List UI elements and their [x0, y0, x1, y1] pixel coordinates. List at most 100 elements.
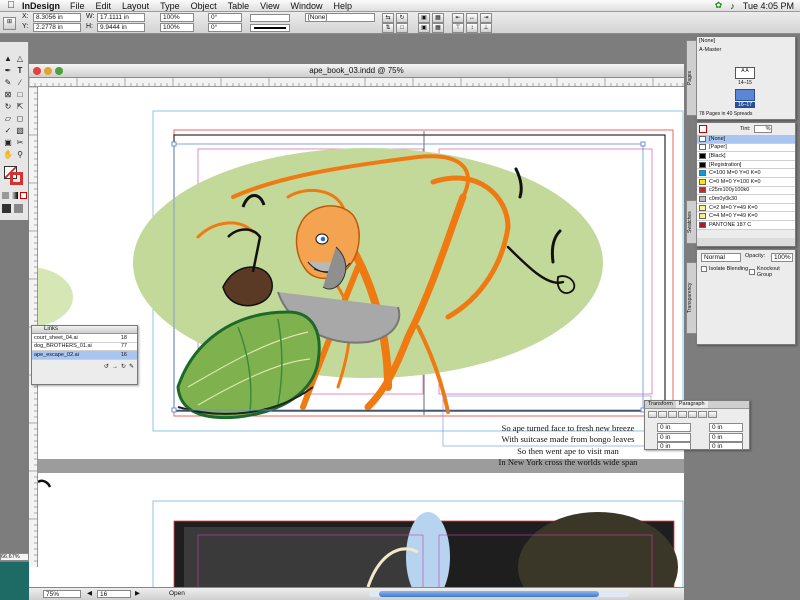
document-status[interactable]: Open [169, 590, 185, 597]
status-icon[interactable]: ✿ [715, 0, 723, 11]
align-center-text-icon[interactable] [658, 411, 667, 418]
left-indent-field[interactable]: 0 in [657, 423, 691, 432]
stroke-line-icon[interactable] [250, 24, 290, 32]
preview-view-icon[interactable] [14, 204, 23, 213]
minimize-window-icon[interactable] [44, 67, 52, 75]
tint-field[interactable]: % [753, 125, 772, 133]
scroll-thumb[interactable] [379, 591, 599, 597]
apply-color-icon[interactable] [2, 192, 9, 199]
right-indent-field[interactable]: 0 in [709, 423, 743, 432]
close-window-icon[interactable] [33, 67, 41, 75]
button-tool-icon[interactable]: ▣ [2, 138, 14, 148]
justify-center-icon[interactable] [688, 411, 697, 418]
opacity-field[interactable]: 100% [771, 253, 793, 262]
tab-transform[interactable]: Transform [645, 401, 676, 408]
update-link-icon[interactable]: ↻ [121, 363, 126, 370]
tab-pages[interactable]: Pages [686, 40, 697, 116]
align-right-icon[interactable]: ⇥ [480, 13, 492, 23]
menu-file[interactable]: File [70, 1, 85, 11]
shear-tool-icon[interactable]: ▱ [2, 114, 14, 124]
stroke-weight-icon[interactable] [250, 14, 290, 22]
menu-type[interactable]: Type [160, 1, 180, 11]
links-title[interactable]: Links [32, 326, 137, 334]
page-field[interactable]: 16 [97, 590, 131, 598]
space-after-field[interactable]: 0 in [709, 442, 743, 450]
align-right-text-icon[interactable] [668, 411, 677, 418]
list-item[interactable]: [Registration] [697, 160, 795, 170]
eyedropper-tool-icon[interactable]: ✓ [2, 126, 14, 136]
rectangle-tool-icon[interactable]: □ [14, 90, 26, 100]
tab-transparency[interactable]: Transparency [686, 262, 697, 334]
clock[interactable]: Tue 4:05 PM [743, 1, 794, 11]
list-item[interactable]: [Paper] [697, 143, 795, 153]
next-page-icon[interactable]: ▶ [135, 589, 140, 597]
zoom-window-icon[interactable] [55, 67, 63, 75]
tab-paragraph[interactable]: Paragraph [675, 401, 708, 408]
list-item[interactable]: PANTONE 187 C [697, 220, 795, 230]
align-bottom-icon[interactable]: ⊥ [480, 23, 492, 33]
list-item[interactable]: C=2 M=0 Y=49 K=0 [697, 203, 795, 213]
y-field[interactable]: 2.2778 in [33, 23, 81, 32]
fill-swatch-icon[interactable] [699, 125, 707, 133]
edit-original-icon[interactable]: ✎ [129, 363, 134, 370]
fit-frame-icon[interactable]: ▣ [418, 23, 430, 33]
knockout-group[interactable]: Knockout Group [749, 266, 795, 278]
list-item[interactable]: c25m100y100k0 [697, 186, 795, 196]
spread-16-17[interactable] [735, 89, 755, 101]
apply-gradient-icon[interactable] [11, 192, 18, 199]
x-field[interactable]: 8.3056 in [33, 13, 81, 22]
list-item[interactable]: ape_escape_02.ai 16 [32, 351, 137, 360]
spread-14-15[interactable]: A A [735, 67, 755, 79]
direct-selection-tool-icon[interactable]: △ [14, 54, 26, 64]
apple-icon[interactable]:  [0, 0, 22, 11]
align-top-icon[interactable]: ⊤ [452, 23, 464, 33]
menu-help[interactable]: Help [334, 1, 353, 11]
type-tool-icon[interactable]: T [14, 66, 26, 76]
zoom-field[interactable]: 75% [43, 590, 81, 598]
verse-text-frame[interactable]: So ape turned face to fresh new breeze W… [468, 423, 668, 468]
relink-icon[interactable]: ↺ [104, 363, 109, 370]
rotate-icon[interactable]: ↻ [396, 13, 408, 23]
menu-edit[interactable]: Edit [96, 1, 112, 11]
list-item[interactable]: C=100 M=0 Y=0 K=0 [697, 169, 795, 178]
first-line-indent-field[interactable]: 0 in [657, 433, 691, 442]
flip-horizontal-icon[interactable]: ⇆ [382, 13, 394, 23]
center-content-icon[interactable]: ▦ [432, 13, 444, 23]
pen-tool-icon[interactable]: ✒ [2, 66, 14, 76]
align-middle-icon[interactable]: ↕ [466, 23, 478, 33]
fit-content-icon[interactable]: ▣ [418, 13, 430, 23]
horizontal-scrollbar[interactable] [369, 591, 629, 597]
normal-view-icon[interactable] [2, 204, 11, 213]
last-line-indent-field[interactable]: 0 in [709, 433, 743, 442]
space-before-field[interactable]: 0 in [657, 442, 691, 450]
pages-a-master[interactable]: A-Master [697, 45, 795, 55]
blend-mode-select[interactable]: Normal [701, 253, 741, 262]
isolate-checkbox[interactable] [701, 266, 707, 272]
reference-point-icon[interactable]: ⊞ [3, 17, 16, 30]
list-item[interactable]: dog_BROTHERS_01.ai 77 [32, 342, 137, 352]
fill-frame-icon[interactable]: ▦ [432, 23, 444, 33]
select-container-icon[interactable]: □ [396, 23, 408, 33]
view-zoom-readout[interactable]: 66.67% [0, 553, 29, 561]
horizontal-ruler[interactable] [28, 78, 684, 87]
pencil-tool-icon[interactable]: ✎ [2, 78, 14, 88]
free-transform-tool-icon[interactable]: ◻ [14, 114, 26, 124]
menu-window[interactable]: Window [290, 1, 322, 11]
menu-table[interactable]: Table [228, 1, 250, 11]
zoom-tool-icon[interactable]: ⚲ [14, 150, 26, 160]
line-tool-icon[interactable]: ∕ [14, 78, 26, 88]
fill-stroke-swatch-icon[interactable] [4, 166, 24, 186]
justify-all-icon[interactable] [708, 411, 717, 418]
apply-none-icon[interactable] [20, 192, 27, 199]
knockout-checkbox[interactable] [749, 269, 755, 275]
tab-swatches[interactable]: Swatches [686, 200, 697, 244]
flip-vertical-icon[interactable]: ⇅ [382, 23, 394, 33]
scissors-tool-icon[interactable]: ✂ [14, 138, 26, 148]
menu-app-name[interactable]: InDesign [22, 1, 60, 11]
prev-page-icon[interactable]: ◀ [87, 589, 92, 597]
list-item[interactable]: [Black] [697, 152, 795, 161]
list-item[interactable]: [None] [697, 135, 795, 144]
align-center-icon[interactable]: ↔ [466, 13, 478, 23]
justify-right-icon[interactable] [698, 411, 707, 418]
scale-y-field[interactable]: 100% [160, 23, 194, 32]
